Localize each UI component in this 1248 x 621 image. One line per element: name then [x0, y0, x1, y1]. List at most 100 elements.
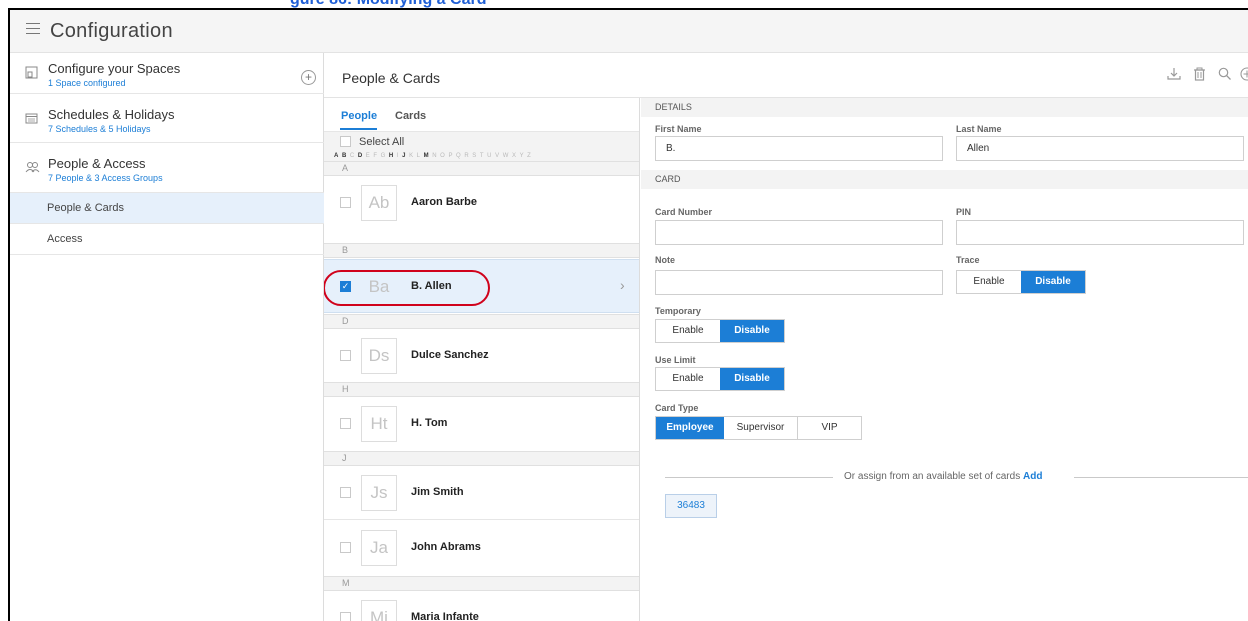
- available-card-chip[interactable]: 36483: [665, 494, 717, 518]
- avatar: Js: [361, 475, 397, 511]
- list-item[interactable]: Ds Dulce Sanchez: [324, 329, 639, 383]
- alphabet-letter-f[interactable]: F: [373, 153, 380, 159]
- use-limit-toggle: Enable Disable: [655, 367, 785, 391]
- add-cards-link[interactable]: Add: [1023, 471, 1042, 482]
- alphabet-letter-m[interactable]: M: [424, 153, 433, 159]
- list-item[interactable]: Ht H. Tom: [324, 397, 639, 451]
- alphabet-letter-x[interactable]: X: [512, 153, 520, 159]
- add-icon[interactable]: [1240, 67, 1248, 84]
- search-icon[interactable]: [1218, 67, 1232, 84]
- select-all-label: Select All: [359, 136, 405, 148]
- divider: [1074, 477, 1248, 478]
- first-name-label: First Name: [655, 124, 702, 134]
- row-checkbox[interactable]: [340, 612, 351, 621]
- sidebar-item-people-access[interactable]: People & Access 7 People & 3 Access Grou…: [10, 143, 324, 193]
- trace-label: Trace: [956, 255, 980, 265]
- use-limit-enable-button[interactable]: Enable: [656, 368, 720, 390]
- highlight-annotation: [324, 270, 490, 306]
- app-window: Configuration Configure your Spaces 1 Sp…: [8, 8, 1248, 621]
- alphabet-letter-n[interactable]: N: [432, 153, 440, 159]
- first-name-field[interactable]: B.: [655, 136, 943, 161]
- row-checkbox[interactable]: [340, 197, 351, 208]
- alphabet-index: ABCDEFGHIJKLMNOPQRSTUVWXYZ: [324, 151, 639, 161]
- download-icon[interactable]: [1167, 67, 1181, 84]
- list-item[interactable]: Ab Aaron Barbe: [324, 176, 639, 230]
- app-header: Configuration: [10, 10, 1248, 53]
- note-field[interactable]: [655, 270, 943, 295]
- select-all-row[interactable]: Select All: [324, 131, 639, 151]
- alphabet-letter-c[interactable]: C: [350, 153, 358, 159]
- card-type-supervisor-button[interactable]: Supervisor: [724, 417, 798, 439]
- person-name: Jim Smith: [411, 486, 464, 498]
- row-checkbox[interactable]: [340, 350, 351, 361]
- sidebar-subitem-access[interactable]: Access: [10, 224, 324, 255]
- avatar: Ab: [361, 185, 397, 221]
- hamburger-menu-icon[interactable]: [26, 23, 40, 35]
- alphabet-letter-k[interactable]: K: [409, 153, 417, 159]
- avatar: Ds: [361, 338, 397, 374]
- last-name-field[interactable]: Allen: [956, 136, 1244, 161]
- assign-cards-text: Or assign from an available set of cards…: [844, 471, 1042, 482]
- card-section-header: CARD: [641, 170, 1248, 189]
- alphabet-letter-v[interactable]: V: [495, 153, 503, 159]
- people-icon: [25, 161, 40, 176]
- temporary-disable-button[interactable]: Disable: [720, 320, 784, 342]
- alphabet-letter-w[interactable]: W: [503, 153, 512, 159]
- alphabet-letter-l[interactable]: L: [417, 153, 424, 159]
- temporary-enable-button[interactable]: Enable: [656, 320, 720, 342]
- alphabet-letter-d[interactable]: D: [358, 153, 366, 159]
- section-header: B: [324, 243, 639, 258]
- sidebar-subitem-people-cards[interactable]: People & Cards: [10, 193, 324, 224]
- content-header: People & Cards: [324, 53, 1248, 98]
- space-icon: [25, 66, 38, 82]
- pin-field[interactable]: [956, 220, 1244, 245]
- card-number-field[interactable]: [655, 220, 943, 245]
- list-item[interactable]: Mi Maria Infante: [324, 591, 639, 621]
- alphabet-letter-h[interactable]: H: [389, 153, 397, 159]
- select-all-checkbox[interactable]: [340, 136, 351, 147]
- last-name-label: Last Name: [956, 124, 1002, 134]
- sidebar-item-subtitle: 7 People & 3 Access Groups: [48, 173, 163, 183]
- temporary-label: Temporary: [655, 306, 701, 316]
- trace-toggle: Enable Disable: [956, 270, 1086, 294]
- alphabet-letter-a[interactable]: A: [334, 153, 342, 159]
- calendar-icon: [25, 112, 38, 127]
- row-checkbox[interactable]: [340, 418, 351, 429]
- tab-cards[interactable]: Cards: [395, 110, 426, 122]
- details-panel: DETAILS First Name B. Last Name Allen CA…: [641, 98, 1248, 621]
- trace-disable-button[interactable]: Disable: [1021, 271, 1085, 293]
- alphabet-letter-p[interactable]: P: [448, 153, 456, 159]
- people-list-panel: People Cards Select All ABCDEFGHIJKLMNOP…: [324, 98, 640, 621]
- note-label: Note: [655, 255, 675, 265]
- alphabet-letter-b[interactable]: B: [342, 153, 350, 159]
- row-checkbox[interactable]: [340, 487, 351, 498]
- trace-enable-button[interactable]: Enable: [957, 271, 1021, 293]
- card-number-label: Card Number: [655, 207, 713, 217]
- avatar: Ja: [361, 530, 397, 566]
- avatar: Mi: [361, 600, 397, 621]
- delete-icon[interactable]: [1193, 67, 1206, 84]
- sidebar-item-title: Configure your Spaces: [48, 61, 181, 76]
- sidebar-item-spaces[interactable]: Configure your Spaces 1 Space configured…: [10, 53, 324, 94]
- alphabet-letter-z[interactable]: Z: [527, 153, 534, 159]
- alphabet-letter-s[interactable]: S: [472, 153, 480, 159]
- section-header: J: [324, 451, 639, 466]
- list-item[interactable]: Ja John Abrams: [324, 521, 639, 575]
- card-type-vip-button[interactable]: VIP: [798, 417, 861, 439]
- list-item[interactable]: Js Jim Smith: [324, 466, 639, 520]
- alphabet-letter-u[interactable]: U: [487, 153, 495, 159]
- list-item-selected[interactable]: ✓ Ba B. Allen ›: [324, 259, 639, 313]
- row-checkbox[interactable]: [340, 542, 351, 553]
- section-header: M: [324, 576, 639, 591]
- chevron-right-icon: ›: [620, 277, 625, 293]
- add-space-icon[interactable]: +: [301, 70, 316, 85]
- people-tabs: People Cards: [324, 98, 639, 131]
- card-type-employee-button[interactable]: Employee: [656, 417, 724, 439]
- section-header: D: [324, 314, 639, 329]
- section-header: A: [324, 161, 639, 176]
- use-limit-disable-button[interactable]: Disable: [720, 368, 784, 390]
- sidebar-item-schedules[interactable]: Schedules & Holidays 7 Schedules & 5 Hol…: [10, 94, 324, 143]
- avatar: Ht: [361, 406, 397, 442]
- tab-people[interactable]: People: [341, 110, 377, 122]
- alphabet-letter-g[interactable]: G: [381, 153, 389, 159]
